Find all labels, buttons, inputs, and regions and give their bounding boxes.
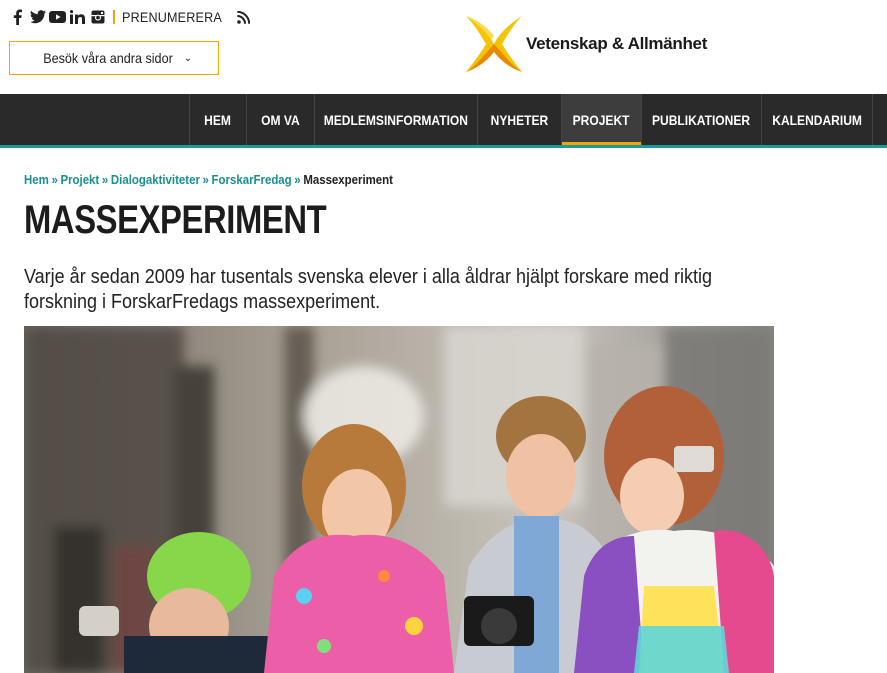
- subscribe-link[interactable]: PRENUMERERA: [122, 9, 222, 25]
- breadcrumb-link-projekt[interactable]: Projekt: [60, 172, 99, 187]
- breadcrumb-separator: »: [294, 172, 301, 187]
- breadcrumb-separator: »: [101, 172, 109, 187]
- divider: [113, 10, 115, 24]
- youtube-icon[interactable]: [49, 9, 66, 25]
- nav-item-hem[interactable]: HEM: [189, 94, 246, 145]
- lead-paragraph: Varje år sedan 2009 har tusentals svensk…: [24, 265, 744, 315]
- page-title: MASSEXPERIMENT: [24, 198, 327, 242]
- visit-other-sites-dropdown[interactable]: Besök våra andra sidor ⌄: [9, 41, 219, 75]
- linkedin-icon[interactable]: [69, 9, 86, 25]
- logo-mark-icon: [466, 16, 522, 72]
- breadcrumb-link-forskarfredag[interactable]: ForskarFredag: [212, 172, 292, 187]
- logo-text: Vetenskap & Allmänhet: [526, 34, 708, 53]
- breadcrumb-separator: »: [202, 172, 209, 187]
- breadcrumb: Hem» Projekt» Dialogaktiviteter» ForskarFre…: [24, 172, 443, 187]
- hero-photo-illustration: [24, 326, 774, 673]
- chevron-down-icon: ⌄: [183, 52, 193, 64]
- lead-line-2: forskning i ForskarFredags massexperimen…: [24, 291, 381, 313]
- visit-other-sites-label: Besök våra andra sidor: [43, 50, 173, 66]
- site-logo[interactable]: Vetenskap & Allmänhet: [462, 12, 707, 76]
- instagram-icon[interactable]: [89, 9, 106, 25]
- nav-item-kalendarium[interactable]: KALENDARIUM: [761, 94, 873, 145]
- breadcrumb-separator: »: [51, 172, 58, 187]
- hero-image: [24, 326, 774, 673]
- nav-item-projekt[interactable]: PROJEKT: [561, 94, 641, 145]
- nav-item-nyheter[interactable]: NYHETER: [477, 94, 561, 145]
- rss-icon[interactable]: [235, 9, 251, 25]
- twitter-icon[interactable]: [29, 9, 46, 25]
- facebook-icon[interactable]: [9, 9, 26, 25]
- main-navigation: HEM OM VA MEDLEMSINFORMATION NYHETER PRO…: [0, 94, 887, 148]
- breadcrumb-link-dialogaktiviteter[interactable]: Dialogaktiviteter: [111, 172, 200, 187]
- nav-item-publikationer[interactable]: PUBLIKATIONER: [641, 94, 761, 145]
- social-links: PRENUMERERA: [9, 8, 251, 26]
- top-bar: PRENUMERERA Besök våra andra sidor ⌄ Vet…: [0, 0, 887, 94]
- nav-item-om-va[interactable]: OM VA: [246, 94, 314, 145]
- nav-item-medlemsinformation[interactable]: MEDLEMSINFORMATION: [314, 94, 477, 145]
- breadcrumb-current: Massexperiment: [303, 172, 393, 187]
- breadcrumb-link-hem[interactable]: Hem: [24, 172, 49, 187]
- lead-line-1: Varje år sedan 2009 har tusentals svensk…: [24, 266, 713, 288]
